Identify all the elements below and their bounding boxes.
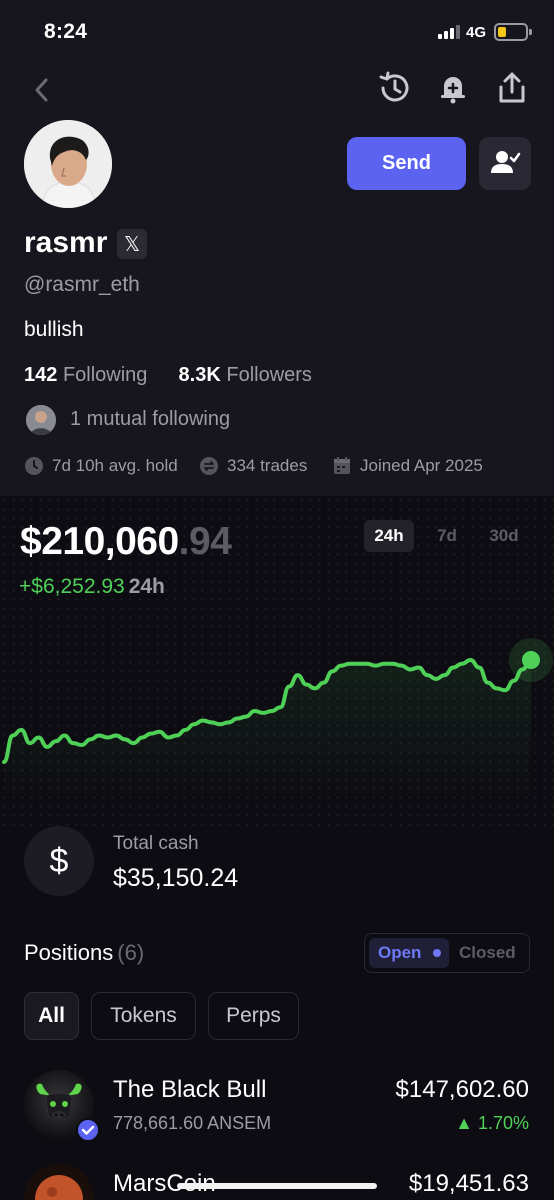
trades-text: 334 trades <box>227 456 308 475</box>
position-value: $19,451.63 <box>408 1170 529 1197</box>
battery-icon <box>494 23 532 41</box>
send-button[interactable]: Send <box>347 137 466 190</box>
history-icon[interactable] <box>377 70 413 106</box>
followers-count: 8.3K <box>178 364 221 386</box>
follow-counts: 142 Following 8.3K Followers <box>24 364 312 387</box>
joined-text: Joined Apr 2025 <box>360 456 483 475</box>
position-change: ▲ 1.70% <box>455 1113 529 1133</box>
change-period: 24h <box>128 575 165 598</box>
range-tab-7d[interactable]: 7d <box>426 520 468 552</box>
portfolio-balance: $210,060.94 <box>20 520 232 564</box>
positions-title: Positions (6) <box>24 940 144 966</box>
position-amount: 778,661.60 ANSEM <box>113 1113 272 1133</box>
chart-area <box>4 660 531 800</box>
followers-link[interactable]: 8.3K Followers <box>179 364 312 386</box>
avg-hold-stat: 7d 10h avg. hold <box>24 456 178 476</box>
profile-handle: @rasmr_eth <box>24 273 140 296</box>
calendar-icon <box>334 457 350 474</box>
balance-main: $210,060 <box>20 520 179 563</box>
balance-change: +$6,252.93 24h <box>19 575 165 599</box>
positions-label: Positions <box>24 940 114 965</box>
joined-stat: Joined Apr 2025 <box>332 456 483 476</box>
position-value: $147,602.60 <box>395 1076 529 1103</box>
dollar-icon: $ <box>24 826 94 896</box>
home-indicator[interactable] <box>177 1183 377 1189</box>
signal-icon <box>438 25 460 39</box>
total-cash-label: Total cash <box>113 833 199 854</box>
closed-toggle[interactable]: Closed <box>459 938 516 968</box>
open-label: Open <box>378 943 422 962</box>
x-logo-icon[interactable]: 𝕏 <box>117 229 147 259</box>
mutual-following[interactable]: 1 mutual following <box>70 408 230 431</box>
share-icon[interactable] <box>494 70 530 106</box>
followers-label: Followers <box>226 364 312 386</box>
range-tab-24h[interactable]: 24h <box>364 520 414 552</box>
position-name[interactable]: The Black Bull <box>113 1076 266 1104</box>
swap-icon <box>200 457 218 475</box>
status-time: 8:24 <box>44 20 88 43</box>
profile-name: rasmr <box>24 226 108 259</box>
open-dot-icon <box>433 949 441 957</box>
following-link[interactable]: 142 Following <box>24 364 147 386</box>
positions-count: (6) <box>117 940 145 965</box>
avg-hold-text: 7d 10h avg. hold <box>52 456 178 475</box>
positions-status-toggle: Open Closed <box>364 933 530 973</box>
add-alert-bell-icon[interactable] <box>435 70 471 106</box>
following-count: 142 <box>24 364 58 386</box>
filter-perps[interactable]: Perps <box>208 992 299 1040</box>
user-check-icon <box>491 151 521 173</box>
network-label: 4G <box>466 24 487 41</box>
back-chevron-icon[interactable] <box>30 76 54 104</box>
filter-all[interactable]: All <box>24 992 79 1040</box>
range-tab-30d[interactable]: 30d <box>480 520 528 552</box>
clock-icon <box>25 457 43 475</box>
open-toggle[interactable]: Open <box>369 938 449 968</box>
verified-badge-icon <box>76 1118 100 1142</box>
following-label: Following <box>62 364 148 386</box>
balance-chart[interactable] <box>0 600 554 800</box>
chart-current-point <box>522 651 540 669</box>
follow-user-button[interactable] <box>479 137 531 190</box>
change-amount: +$6,252.93 <box>19 575 125 598</box>
filter-tokens[interactable]: Tokens <box>91 992 196 1040</box>
balance-cents: .94 <box>178 520 232 563</box>
total-cash-value: $35,150.24 <box>113 864 239 892</box>
profile-bio: bullish <box>24 318 84 341</box>
profile-avatar <box>24 120 112 208</box>
mutual-avatar <box>26 405 56 435</box>
trades-stat: 334 trades <box>199 456 307 476</box>
